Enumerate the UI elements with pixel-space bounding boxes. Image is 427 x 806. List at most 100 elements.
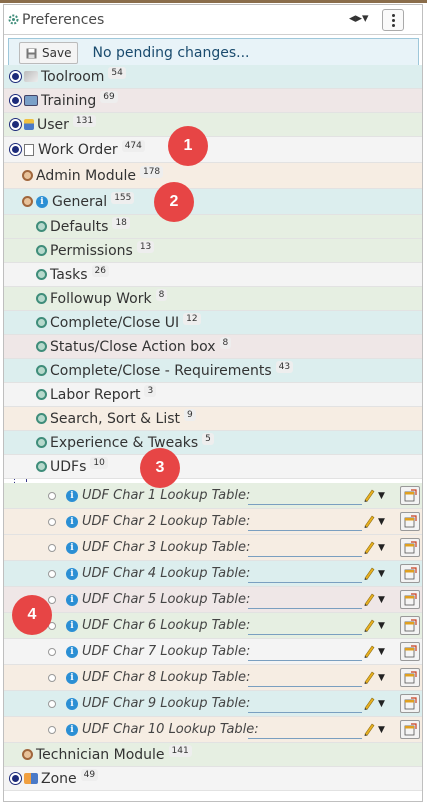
udf-lookup-input[interactable] xyxy=(248,487,362,505)
info-icon[interactable]: i xyxy=(66,697,78,710)
pencil-icon[interactable] xyxy=(363,566,375,580)
preferences-panel: Preferences ◂▸▾ Save No pending changes.… xyxy=(3,4,423,802)
tree-item-general-child[interactable]: Search, Sort & List 9 xyxy=(4,407,422,431)
tree-item-general-child[interactable]: Defaults 18 xyxy=(4,215,422,239)
pencil-icon[interactable] xyxy=(363,488,375,502)
tree-item-general-child[interactable]: UDFs 10 xyxy=(4,455,422,479)
node-bullet[interactable] xyxy=(36,293,47,304)
pencil-icon[interactable] xyxy=(363,644,375,658)
lookup-table-icon[interactable] xyxy=(400,512,420,531)
udf-lookup-input[interactable] xyxy=(248,721,362,739)
pencil-icon[interactable] xyxy=(363,540,375,554)
info-icon[interactable]: i xyxy=(66,619,78,632)
lookup-table-icon[interactable] xyxy=(400,642,420,661)
info-icon[interactable]: i xyxy=(36,195,48,208)
udf-lookup-input[interactable] xyxy=(248,513,362,531)
chevron-down-icon[interactable]: ▼ xyxy=(378,725,385,735)
info-icon[interactable]: i xyxy=(66,723,78,736)
kebab-menu-icon[interactable] xyxy=(382,9,404,31)
udf-lookup-input[interactable] xyxy=(248,565,362,583)
info-icon[interactable]: i xyxy=(66,541,78,554)
tree-item-user[interactable]: User 131 xyxy=(4,113,422,137)
info-icon[interactable]: i xyxy=(66,645,78,658)
tree-item-general-child[interactable]: Experience & Tweaks 5 xyxy=(4,431,422,455)
udf-lookup-input[interactable] xyxy=(248,617,362,635)
node-bullet-expanded[interactable] xyxy=(22,196,33,207)
node-bullet[interactable] xyxy=(36,341,47,352)
node-bullet[interactable] xyxy=(10,119,21,130)
node-bullet[interactable] xyxy=(36,437,47,448)
udf-lookup-input[interactable] xyxy=(248,695,362,713)
node-bullet[interactable] xyxy=(36,461,47,472)
lookup-table-icon[interactable] xyxy=(400,564,420,583)
udf-lookup-input[interactable] xyxy=(248,669,362,687)
node-bullet[interactable] xyxy=(10,773,21,784)
count-badge: 9 xyxy=(184,408,196,421)
node-bullet[interactable] xyxy=(10,71,21,82)
chevron-down-icon[interactable]: ▼ xyxy=(378,673,385,683)
save-button[interactable]: Save xyxy=(19,42,79,64)
udf-label: UDF Char 8 Lookup Table: xyxy=(82,670,251,685)
training-icon xyxy=(24,95,38,106)
udf-lookup-input[interactable] xyxy=(248,539,362,557)
pencil-icon[interactable] xyxy=(363,670,375,684)
count-badge: 10 xyxy=(90,456,108,469)
tree-item-technician-module[interactable]: Technician Module 141 xyxy=(4,743,422,767)
chevron-down-icon[interactable]: ▼ xyxy=(378,517,385,527)
count-badge: 49 xyxy=(80,768,99,781)
tree-item-training[interactable]: Training 69 xyxy=(4,89,422,113)
tree-item-general-child[interactable]: Complete/Close UI 12 xyxy=(4,311,422,335)
udf-lookup-input[interactable] xyxy=(248,591,362,609)
lookup-table-icon[interactable] xyxy=(400,668,420,687)
tree-item-general-child[interactable]: Permissions 13 xyxy=(4,239,422,263)
tree-item-general-child[interactable]: Status/Close Action box 8 xyxy=(4,335,422,359)
node-bullet[interactable] xyxy=(36,389,47,400)
tree-item-zone[interactable]: Zone 49 xyxy=(4,767,422,791)
node-bullet[interactable] xyxy=(36,221,47,232)
node-bullet[interactable] xyxy=(36,413,47,424)
node-bullet-expanded[interactable] xyxy=(10,144,21,155)
chevron-down-icon[interactable]: ▼ xyxy=(378,491,385,501)
chevron-down-icon[interactable]: ▼ xyxy=(378,647,385,657)
node-bullet[interactable] xyxy=(36,317,47,328)
tree-item-general[interactable]: i General 155 xyxy=(4,189,422,215)
info-icon[interactable]: i xyxy=(66,489,78,502)
lookup-table-icon[interactable] xyxy=(400,590,420,609)
info-icon[interactable]: i xyxy=(66,671,78,684)
chevron-down-icon[interactable]: ▼ xyxy=(378,699,385,709)
node-bullet[interactable] xyxy=(36,245,47,256)
tree-item-general-child[interactable]: Tasks 26 xyxy=(4,263,422,287)
info-icon[interactable]: i xyxy=(66,567,78,580)
node-bullet[interactable] xyxy=(36,365,47,376)
expand-toggle-button[interactable]: ◂▸▾ xyxy=(349,11,369,26)
lookup-table-icon[interactable] xyxy=(400,720,420,739)
tree-item-general-child[interactable]: Followup Work 8 xyxy=(4,287,422,311)
tree-item-label: Status/Close Action box xyxy=(50,338,216,355)
info-icon[interactable]: i xyxy=(66,593,78,606)
lookup-table-icon[interactable] xyxy=(400,538,420,557)
tree-item-toolroom[interactable]: Toolroom 54 xyxy=(4,65,422,89)
tree-item-work-order[interactable]: Work Order 474 xyxy=(4,137,422,163)
pencil-icon[interactable] xyxy=(363,514,375,528)
node-bullet[interactable] xyxy=(36,269,47,280)
chevron-down-icon[interactable]: ▼ xyxy=(378,595,385,605)
pencil-icon[interactable] xyxy=(363,592,375,606)
pencil-icon[interactable] xyxy=(363,696,375,710)
lookup-table-icon[interactable] xyxy=(400,616,420,635)
pencil-icon[interactable] xyxy=(363,722,375,736)
lookup-table-icon[interactable] xyxy=(400,486,420,505)
pencil-icon[interactable] xyxy=(363,618,375,632)
udf-label: UDF Char 7 Lookup Table: xyxy=(82,644,251,659)
udf-lookup-input[interactable] xyxy=(248,643,362,661)
tree-item-admin-module[interactable]: Admin Module 178 xyxy=(4,163,422,189)
tree-item-general-child[interactable]: Complete/Close - Requirements 43 xyxy=(4,359,422,383)
lookup-table-icon[interactable] xyxy=(400,694,420,713)
chevron-down-icon[interactable]: ▼ xyxy=(378,569,385,579)
node-bullet[interactable] xyxy=(22,749,33,760)
chevron-down-icon[interactable]: ▼ xyxy=(378,621,385,631)
tree-item-general-child[interactable]: Labor Report 3 xyxy=(4,383,422,407)
info-icon[interactable]: i xyxy=(66,515,78,528)
node-bullet[interactable] xyxy=(22,170,33,181)
chevron-down-icon[interactable]: ▼ xyxy=(378,543,385,553)
node-bullet[interactable] xyxy=(10,95,21,106)
